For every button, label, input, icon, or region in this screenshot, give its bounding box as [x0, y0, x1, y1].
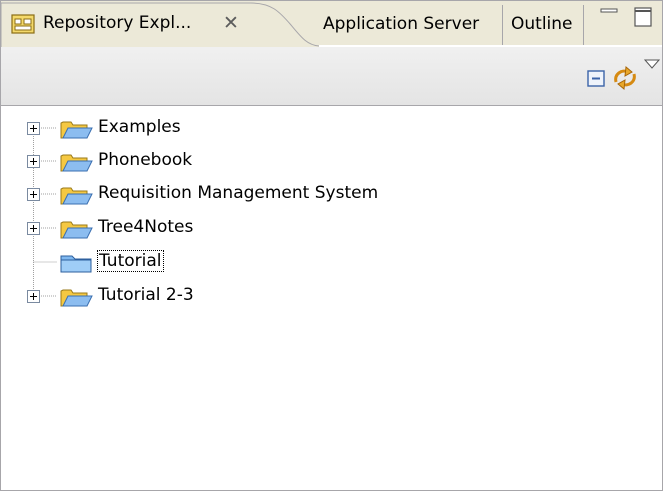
repository-explorer-view: Repository Expl... ✕ Application Server … [0, 0, 663, 491]
collapse-all-icon[interactable] [585, 68, 607, 88]
tree-item-label: Requisition Management System [98, 183, 379, 203]
tab-repository-explorer-label: Repository Expl... [43, 13, 192, 33]
tab-outline-label: Outline [511, 14, 573, 34]
expand-plus-icon[interactable] [27, 155, 40, 168]
expand-plus-icon[interactable] [27, 222, 40, 235]
folder-icon [60, 221, 93, 239]
folder-icon [60, 121, 93, 139]
folder-icon [60, 187, 93, 205]
expand-plus-icon[interactable] [27, 290, 40, 303]
maximize-icon[interactable] [633, 6, 653, 28]
tree-item-label: Phonebook [98, 150, 193, 170]
repository-tree: Examples Phonebook Requisition Managemen… [1, 106, 662, 490]
tab-bar: Repository Expl... ✕ Application Server … [1, 1, 662, 47]
tree-item-label: Tree4Notes [98, 217, 194, 237]
view-menu-icon[interactable] [644, 59, 660, 69]
tab-application-server-label: Application Server [323, 14, 480, 34]
tree-item-label: Tutorial [97, 250, 164, 272]
minimize-icon[interactable] [599, 7, 619, 21]
folder-icon [60, 255, 92, 273]
expand-plus-icon[interactable] [27, 122, 40, 135]
tab-repository-explorer[interactable]: Repository Expl... ✕ [1, 1, 319, 47]
view-toolbar [1, 47, 662, 106]
sync-icon[interactable] [610, 64, 640, 92]
tab-application-server[interactable]: Application Server [319, 4, 501, 45]
tab-separator [502, 5, 503, 45]
tree-item-label: Examples [98, 117, 181, 137]
folder-icon [60, 154, 93, 172]
repository-icon [11, 14, 35, 34]
tree-item-label: Tutorial 2-3 [98, 285, 194, 305]
tab-separator [583, 5, 584, 45]
tab-outline[interactable]: Outline [504, 4, 580, 45]
close-icon[interactable]: ✕ [223, 12, 239, 34]
folder-icon [60, 289, 93, 307]
expand-plus-icon[interactable] [27, 188, 40, 201]
